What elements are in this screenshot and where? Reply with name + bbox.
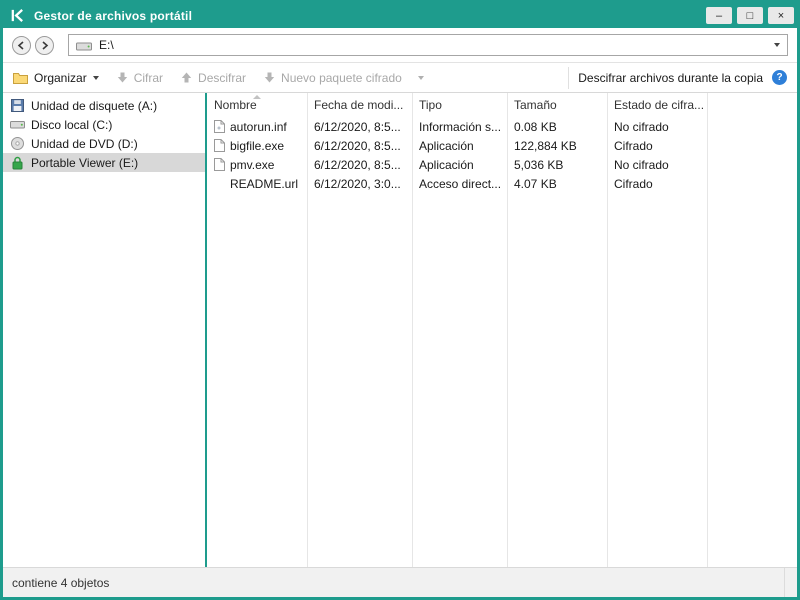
file-type: Aplicación [412, 139, 507, 153]
file-modified: 6/12/2020, 3:0... [307, 177, 412, 191]
status-bar: contiene 4 objetos [3, 567, 797, 597]
address-dropdown-icon[interactable] [774, 43, 780, 47]
table-row[interactable]: README.url 6/12/2020, 3:0... Acceso dire… [207, 174, 797, 193]
encrypt-arrow-down-icon [117, 72, 128, 83]
package-arrow-down-icon [264, 72, 275, 83]
back-button[interactable] [12, 36, 31, 55]
file-icon [214, 120, 225, 133]
organize-label: Organizar [34, 71, 87, 85]
decrypt-button[interactable]: Descifrar [181, 71, 246, 85]
file-type: Acceso direct... [412, 177, 507, 191]
new-encrypted-package-button[interactable]: Nuevo paquete cifrado [264, 71, 424, 85]
sidebar-item-label: Unidad de DVD (D:) [31, 137, 138, 151]
forward-button[interactable] [35, 36, 54, 55]
close-button[interactable]: × [768, 7, 794, 24]
content-area: Unidad de disquete (A:) Disco local (C:)… [3, 93, 797, 567]
decrypt-arrow-up-icon [181, 72, 192, 83]
column-header-encryption-status[interactable]: Estado de cifra... [607, 98, 707, 112]
file-icon [214, 158, 225, 171]
file-modified: 6/12/2020, 8:5... [307, 158, 412, 172]
table-row[interactable]: bigfile.exe 6/12/2020, 8:5... Aplicación… [207, 136, 797, 155]
file-size: 4.07 KB [507, 177, 607, 191]
encrypt-label: Cifrar [134, 71, 163, 85]
minimize-button[interactable]: – [706, 7, 732, 24]
list-header: Nombre Fecha de modi... Tipo Tamaño Esta… [207, 93, 797, 117]
column-header-size[interactable]: Tamaño [507, 98, 607, 112]
file-name-cell: README.url [207, 177, 307, 191]
dvd-drive-icon [9, 137, 25, 150]
file-encryption-status: Cifrado [607, 139, 707, 153]
file-modified: 6/12/2020, 8:5... [307, 120, 412, 134]
floppy-drive-icon [9, 99, 25, 112]
column-header-modified[interactable]: Fecha de modi... [307, 98, 412, 112]
sort-ascending-icon [253, 98, 261, 99]
file-name-cell: autorun.inf [207, 120, 307, 134]
sidebar-item-portable-viewer-e[interactable]: Portable Viewer (E:) [3, 153, 205, 172]
file-type: Aplicación [412, 158, 507, 172]
navigation-bar: E:\ [3, 28, 797, 62]
file-encryption-status: No cifrado [607, 120, 707, 134]
folder-icon [13, 72, 28, 84]
column-header-type[interactable]: Tipo [412, 98, 507, 112]
window-controls: – □ × [706, 7, 794, 24]
file-type: Información s... [412, 120, 507, 134]
file-modified: 6/12/2020, 8:5... [307, 139, 412, 153]
sidebar-item-dvd-d[interactable]: Unidad de DVD (D:) [3, 134, 205, 153]
help-icon[interactable]: ? [772, 70, 787, 85]
toolbar: Organizar Cifrar Descifrar Nuevo paquete… [3, 62, 797, 93]
file-name: bigfile.exe [230, 139, 284, 153]
resize-grip[interactable] [784, 568, 797, 597]
window-title: Gestor de archivos portátil [34, 9, 192, 23]
hard-drive-icon [9, 119, 25, 130]
file-encryption-status: No cifrado [607, 158, 707, 172]
organize-button[interactable]: Organizar [13, 71, 99, 85]
file-icon [214, 139, 225, 152]
file-name: README.url [230, 177, 298, 191]
decrypt-label: Descifrar [198, 71, 246, 85]
kaspersky-logo-icon [10, 8, 25, 23]
file-list: Nombre Fecha de modi... Tipo Tamaño Esta… [207, 93, 797, 567]
title-bar: Gestor de archivos portátil – □ × [3, 3, 797, 28]
column-header-name[interactable]: Nombre [207, 98, 307, 112]
file-name: pmv.exe [230, 158, 274, 172]
file-name-cell: pmv.exe [207, 158, 307, 172]
address-path: E:\ [99, 38, 114, 52]
table-row[interactable]: autorun.inf 6/12/2020, 8:5... Informació… [207, 117, 797, 136]
decrypt-on-copy-option[interactable]: Descifrar archivos durante la copia [578, 71, 763, 85]
sidebar-item-label: Portable Viewer (E:) [31, 156, 138, 170]
status-text: contiene 4 objetos [12, 576, 109, 590]
file-name: autorun.inf [230, 120, 287, 134]
toolbar-separator [568, 67, 569, 89]
drives-sidebar: Unidad de disquete (A:) Disco local (C:)… [3, 93, 205, 567]
organize-dropdown-icon [93, 76, 99, 80]
new-encrypted-package-label: Nuevo paquete cifrado [281, 71, 402, 85]
drive-icon [76, 40, 92, 51]
maximize-button[interactable]: □ [737, 7, 763, 24]
toolbar-right-group: Descifrar archivos durante la copia ? [568, 67, 787, 89]
back-arrow-icon [17, 41, 26, 50]
sidebar-item-local-disk-c[interactable]: Disco local (C:) [3, 115, 205, 134]
sidebar-item-label: Unidad de disquete (A:) [31, 99, 157, 113]
portable-file-manager-window: Gestor de archivos portátil – □ × E:\ [0, 0, 800, 600]
column-header-label: Nombre [214, 98, 257, 112]
file-size: 122,884 KB [507, 139, 607, 153]
sidebar-item-label: Disco local (C:) [31, 118, 112, 132]
file-encryption-status: Cifrado [607, 177, 707, 191]
address-bar[interactable]: E:\ [68, 34, 788, 56]
sidebar-item-floppy-a[interactable]: Unidad de disquete (A:) [3, 96, 205, 115]
file-name-cell: bigfile.exe [207, 139, 307, 153]
encrypt-button[interactable]: Cifrar [117, 71, 163, 85]
lock-drive-icon [9, 156, 25, 170]
forward-arrow-icon [40, 41, 49, 50]
file-size: 0.08 KB [507, 120, 607, 134]
file-size: 5,036 KB [507, 158, 607, 172]
table-row[interactable]: pmv.exe 6/12/2020, 8:5... Aplicación 5,0… [207, 155, 797, 174]
new-package-dropdown-icon[interactable] [418, 76, 424, 80]
